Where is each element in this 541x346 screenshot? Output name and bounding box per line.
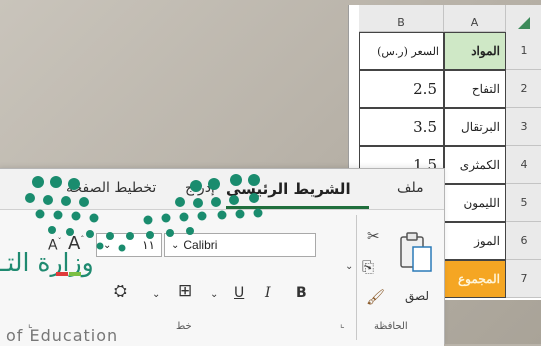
cell-a7[interactable]: المجموع [444,260,506,298]
underline-dropdown-icon[interactable]: ⌄ [210,289,218,300]
group-divider [356,215,357,340]
select-all-corner[interactable] [506,5,541,33]
font-size-value: ١١ [142,238,155,252]
chevron-down-icon: ⌄ [171,239,180,251]
cell-a1[interactable]: المواد [444,32,506,70]
underline-button[interactable]: U [234,285,244,301]
paste-icon [400,232,432,272]
paste-button[interactable] [396,227,436,293]
copy-icon[interactable]: ⎘ [362,258,374,276]
column-header-a[interactable]: A [444,5,506,32]
select-all-icon [518,17,530,29]
cell-b1[interactable]: السعر (ر.س) [359,32,444,70]
row-header-1[interactable]: 1 [506,32,541,70]
font-group-label: خط [176,321,192,332]
row-header-3[interactable]: 3 [506,108,541,146]
column-header-b[interactable]: B [359,5,444,32]
cell-b2[interactable]: 2.5 [359,70,444,108]
italic-button[interactable]: I [265,285,271,301]
paste-label: لصق [405,289,430,303]
font-size-select[interactable]: ⌄ ١١ [96,233,162,257]
clipboard-group-label: الحافظة [374,321,408,332]
logo-accent-icon [56,272,81,276]
cell-b3[interactable]: 3.5 [359,108,444,146]
row-header-4[interactable]: 4 [506,146,541,184]
fill-color-icon[interactable]: ⛭ [114,281,127,301]
tab-home[interactable]: الشريط الرئيسي [226,180,351,198]
font-name-select[interactable]: ⌄ Calibri [164,233,316,257]
row-header-5[interactable]: 5 [506,184,541,222]
copy-dropdown-icon[interactable]: ⌄ [345,261,353,272]
tab-file[interactable]: ملف [397,180,424,196]
row-header-6[interactable]: 6 [506,222,541,260]
format-painter-icon[interactable]: 🖌 [366,288,385,306]
cell-a2[interactable]: التفاح [444,70,506,108]
cell-a4[interactable]: الكمثرى [444,146,506,184]
bold-button[interactable]: B [296,285,307,301]
borders-dropdown-icon[interactable]: ⌄ [152,289,160,300]
logo-english-text: of Education [6,326,119,345]
row-header-2[interactable]: 2 [506,70,541,108]
cut-icon[interactable]: ✂ [367,227,380,245]
tab-insert[interactable]: إدراج [185,180,215,196]
font-name-value: Calibri [183,238,218,252]
clipboard-launcher-icon[interactable]: ⌞ [340,319,345,330]
cell-a5[interactable]: الليمون [444,184,506,222]
borders-icon[interactable]: ⊞ [178,281,192,301]
cell-a3[interactable]: البرتقال [444,108,506,146]
cell-a6[interactable]: الموز [444,222,506,260]
chevron-down-icon: ⌄ [103,239,112,251]
row-header-7[interactable]: 7 [506,260,541,298]
tab-page-layout[interactable]: تخطيط الصفحة [66,180,156,196]
ribbon-tab-bar: ملف الشريط الرئيسي إدراج تخطيط الصفحة [0,169,444,209]
